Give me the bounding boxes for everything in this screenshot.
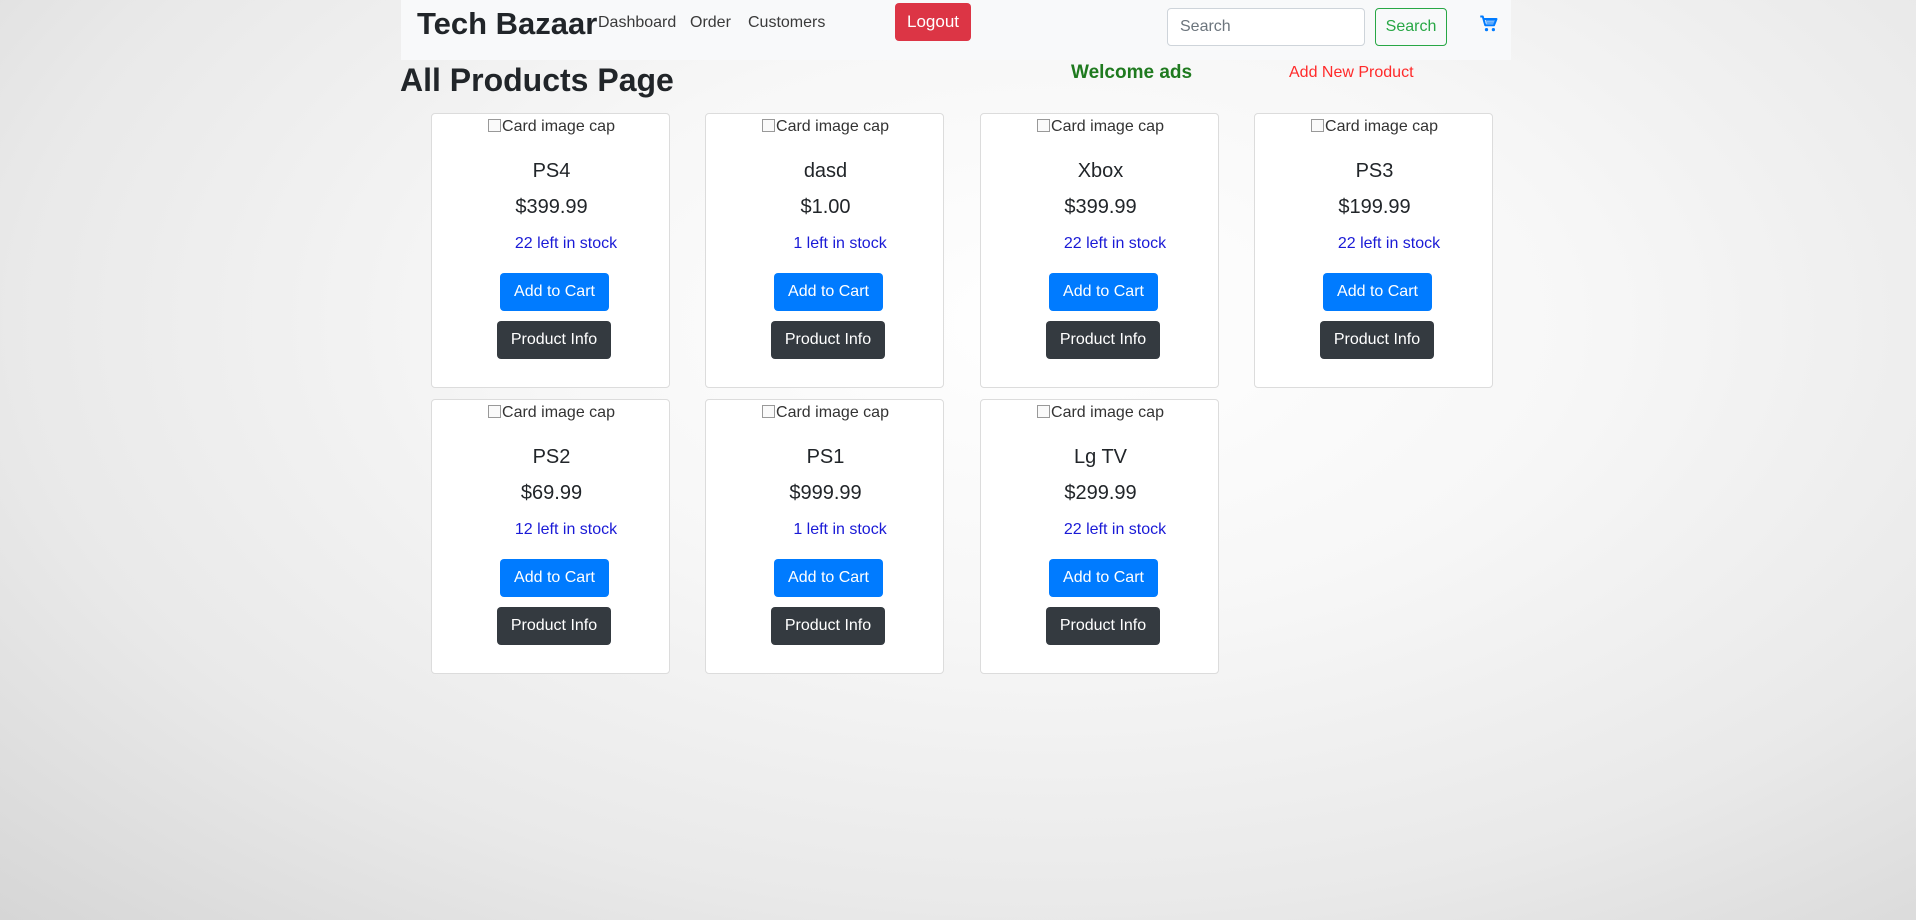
product-card: Card image cap Lg TV $299.99 22 left in …: [980, 399, 1219, 674]
broken-image-icon: [488, 405, 502, 418]
product-image: Card image cap: [981, 404, 1220, 422]
product-stock: 1 left in stock: [793, 235, 887, 252]
product-name: dasd: [803, 160, 848, 182]
product-stock: 12 left in stock: [514, 521, 618, 538]
product-price: $199.99: [1338, 196, 1411, 218]
product-image-alt: Card image cap: [502, 404, 615, 421]
search-input[interactable]: [1167, 8, 1365, 46]
logout-button[interactable]: Logout: [895, 3, 971, 41]
nav-link-dashboard[interactable]: Dashboard: [598, 14, 676, 32]
add-to-cart-button[interactable]: Add to Cart: [774, 559, 883, 597]
product-stock: 1 left in stock: [793, 521, 887, 538]
add-to-cart-button[interactable]: Add to Cart: [500, 559, 609, 597]
product-card: Card image cap PS2 $69.99 12 left in sto…: [431, 399, 670, 674]
search-button[interactable]: Search: [1375, 8, 1447, 46]
add-new-product-link[interactable]: Add New Product: [1289, 64, 1414, 82]
product-image-alt: Card image cap: [1051, 118, 1164, 135]
product-stock: 22 left in stock: [514, 235, 618, 252]
product-image: Card image cap: [981, 118, 1220, 136]
product-name: Xbox: [1077, 160, 1124, 182]
welcome-text: Welcome ads: [1071, 62, 1193, 83]
product-stock: 22 left in stock: [1063, 235, 1167, 252]
broken-image-icon: [1037, 119, 1051, 132]
product-image-alt: Card image cap: [1051, 404, 1164, 421]
add-to-cart-button[interactable]: Add to Cart: [774, 273, 883, 311]
product-image: Card image cap: [706, 404, 945, 422]
brand-logo[interactable]: Tech Bazaar: [417, 6, 597, 42]
product-image-alt: Card image cap: [776, 118, 889, 135]
product-info-button[interactable]: Product Info: [497, 321, 611, 359]
product-info-button[interactable]: Product Info: [1046, 321, 1160, 359]
product-price: $399.99: [1064, 196, 1137, 218]
product-price: $399.99: [515, 196, 588, 218]
product-stock: 22 left in stock: [1063, 521, 1167, 538]
nav-link-customers[interactable]: Customers: [748, 14, 825, 32]
product-image: Card image cap: [432, 404, 671, 422]
product-info-button[interactable]: Product Info: [1046, 607, 1160, 645]
page-title: All Products Page: [400, 62, 674, 98]
product-name: PS3: [1355, 160, 1394, 182]
product-name: Lg TV: [1074, 446, 1127, 468]
product-stock: 22 left in stock: [1337, 235, 1441, 252]
product-image: Card image cap: [1255, 118, 1494, 136]
broken-image-icon: [1037, 405, 1051, 418]
product-image-alt: Card image cap: [776, 404, 889, 421]
product-info-button[interactable]: Product Info: [771, 607, 885, 645]
broken-image-icon: [762, 119, 776, 132]
add-to-cart-button[interactable]: Add to Cart: [500, 273, 609, 311]
product-image-alt: Card image cap: [1325, 118, 1438, 135]
navbar: Tech Bazaar Dashboard Order Customers Lo…: [401, 0, 1511, 60]
broken-image-icon: [1311, 119, 1325, 132]
shopping-cart-icon[interactable]: [1479, 14, 1499, 34]
add-to-cart-button[interactable]: Add to Cart: [1049, 273, 1158, 311]
product-card: Card image cap PS4 $399.99 22 left in st…: [431, 113, 670, 388]
product-price: $999.99: [789, 482, 862, 504]
product-image: Card image cap: [432, 118, 671, 136]
broken-image-icon: [488, 119, 502, 132]
product-card: Card image cap PS1 $999.99 1 left in sto…: [705, 399, 944, 674]
nav-link-order[interactable]: Order: [690, 14, 731, 32]
product-card: Card image cap PS3 $199.99 22 left in st…: [1254, 113, 1493, 388]
product-name: PS4: [532, 160, 571, 182]
product-price: $1.00: [800, 196, 851, 218]
product-info-button[interactable]: Product Info: [497, 607, 611, 645]
product-name: PS2: [532, 446, 571, 468]
add-to-cart-button[interactable]: Add to Cart: [1049, 559, 1158, 597]
product-image: Card image cap: [706, 118, 945, 136]
product-card: Card image cap dasd $1.00 1 left in stoc…: [705, 113, 944, 388]
product-name: PS1: [806, 446, 845, 468]
product-info-button[interactable]: Product Info: [1320, 321, 1434, 359]
product-image-alt: Card image cap: [502, 118, 615, 135]
product-price: $299.99: [1064, 482, 1137, 504]
product-card: Card image cap Xbox $399.99 22 left in s…: [980, 113, 1219, 388]
broken-image-icon: [762, 405, 776, 418]
product-info-button[interactable]: Product Info: [771, 321, 885, 359]
product-price: $69.99: [520, 482, 583, 504]
add-to-cart-button[interactable]: Add to Cart: [1323, 273, 1432, 311]
